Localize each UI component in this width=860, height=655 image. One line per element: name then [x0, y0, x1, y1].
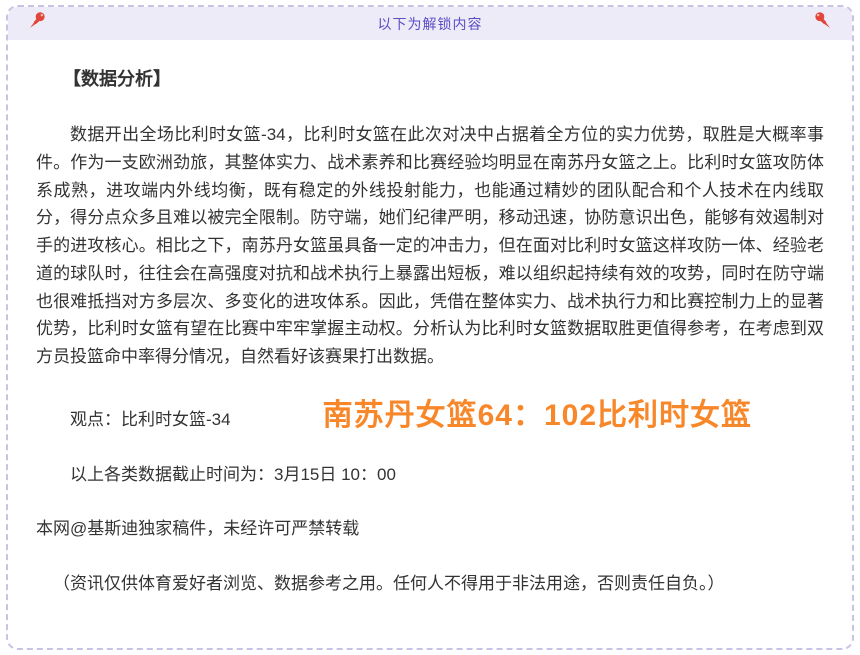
section-title: 【数据分析】 — [36, 65, 824, 94]
article-content: 【数据分析】 数据开出全场比利时女篮-34，比利时女篮在此次对决中占据着全方位的… — [8, 40, 852, 650]
data-cutoff-line: 以上各类数据截止时间为：3月15日 10：00 — [36, 461, 824, 489]
viewpoint-label: 观点：比利时女篮-34 — [70, 410, 231, 429]
unlocked-content-panel: 以下为解锁内容 【数据分析】 数据开出全场比利时女篮-34，比利时女篮在此次对决… — [6, 5, 854, 650]
unlock-banner-label: 以下为解锁内容 — [378, 14, 483, 34]
score-prediction: 南苏丹女篮64：102比利时女篮 — [323, 399, 752, 432]
pushpin-icon — [28, 11, 47, 30]
disclaimer-line: （资讯仅供体育爱好者浏览、数据参考之用。任何人不得用于非法用途，否则责任自负。） — [36, 570, 824, 598]
viewpoint-line: 观点：比利时女篮-34 南苏丹女篮64：102比利时女篮 — [36, 398, 824, 434]
analysis-paragraph: 数据开出全场比利时女篮-34，比利时女篮在此次对决中占据着全方位的实力优势，取胜… — [36, 121, 824, 370]
page: 以下为解锁内容 【数据分析】 数据开出全场比利时女篮-34，比利时女篮在此次对决… — [0, 0, 860, 655]
pushpin-icon — [813, 11, 832, 30]
copyright-line: 本网@基斯迪独家稿件，未经许可严禁转载 — [36, 515, 824, 543]
unlock-banner: 以下为解锁内容 — [8, 7, 852, 40]
